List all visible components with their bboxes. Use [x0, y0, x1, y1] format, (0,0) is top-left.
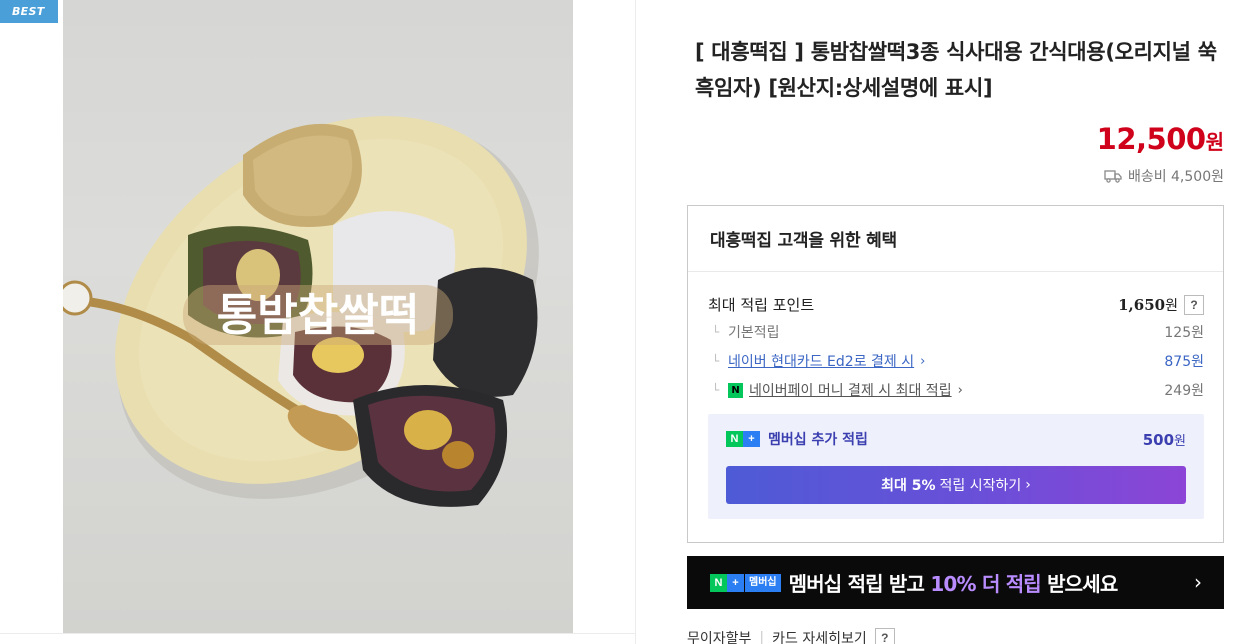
- membership-start-button[interactable]: 최대 5% 적립 시작하기 ›: [726, 466, 1186, 504]
- photo-overlay-text: 통밤찹쌀떡: [217, 290, 419, 341]
- max-points-unit: 원: [1165, 297, 1178, 314]
- naver-plus-membership-icon: N + 멤버십: [710, 573, 781, 592]
- rice-cake-plate-illustration: 통밤찹쌀떡: [63, 116, 539, 507]
- product-price: 12,500원: [1097, 122, 1224, 156]
- price-value: 12,500: [1096, 122, 1206, 156]
- card-links: 무이자할부 | 카드 자세히보기 ?: [687, 628, 895, 644]
- points-row-card[interactable]: └ 네이버 현대카드 Ed2로 결제 시 › 875원: [712, 351, 1204, 371]
- points-row-value: 125원: [1164, 325, 1204, 341]
- shipping-text: 배송비 4,500원: [1127, 169, 1224, 185]
- product-page: BEST 통밤찹쌀떡 [대흥떡집] 통밤찹쌀떡3종 식사대용 간식대용(오리…: [0, 0, 1258, 644]
- truck-icon: [1104, 170, 1122, 183]
- points-row-label: 기본적립: [728, 325, 780, 341]
- tree-line-icon: └: [712, 383, 720, 397]
- membership-banner[interactable]: N + 멤버십 멤버십 적립 받고 10% 더 적립 받으세요 ›: [687, 556, 1224, 609]
- interest-free-link[interactable]: 무이자할부: [687, 628, 751, 644]
- product-photo[interactable]: 통밤찹쌀떡: [63, 0, 573, 634]
- membership-value: 500: [1142, 430, 1175, 449]
- banner-badge: 멤버십: [745, 573, 781, 592]
- question-icon[interactable]: ?: [1184, 294, 1204, 315]
- banner-text-a: 멤버십 적립 받고: [788, 572, 931, 596]
- start-button-bold: 최대 5%: [881, 478, 936, 494]
- best-badge: BEST: [0, 0, 58, 23]
- points-row-value: 249원: [1164, 383, 1204, 399]
- divider: [0, 633, 636, 634]
- chevron-right-icon: ›: [920, 353, 926, 369]
- points-row-basic: └ 기본적립 125원: [712, 322, 1204, 342]
- chevron-right-icon: ›: [957, 382, 963, 398]
- start-button-label: 적립 시작하기: [939, 478, 1022, 494]
- shipping-fee: 배송비 4,500원: [1104, 166, 1224, 186]
- question-icon[interactable]: ?: [874, 628, 895, 644]
- card-details-link[interactable]: 카드 자세히보기: [772, 628, 867, 644]
- membership-unit: 원: [1174, 433, 1186, 449]
- chevron-right-icon: ›: [1025, 477, 1031, 493]
- max-points-value: 1,650: [1118, 295, 1166, 314]
- naver-plus-icon: N +: [726, 431, 760, 447]
- max-points-label: 최대 적립 포인트: [708, 296, 815, 314]
- card-payment-link[interactable]: 네이버 현대카드 Ed2로 결제 시: [728, 351, 914, 371]
- product-gallery: BEST 통밤찹쌀떡: [0, 0, 636, 644]
- separator: |: [759, 630, 765, 644]
- max-points-value-wrap: 1,650원 ?: [1118, 294, 1204, 315]
- banner-text-b: 받으세요: [1040, 572, 1118, 596]
- banner-text-highlight: 10% 더 적립: [930, 572, 1041, 596]
- benefit-box: 대흥떡집 고객을 위한 혜택 최대 적립 포인트 1,650원 ? └ 기본적립 …: [687, 205, 1224, 543]
- points-row-value: 875원: [1164, 354, 1204, 370]
- npay-icon: N: [728, 382, 743, 398]
- membership-row: N + 멤버십 추가 적립 500원: [726, 429, 1186, 449]
- banner-text: 멤버십 적립 받고 10% 더 적립 받으세요: [788, 568, 1119, 597]
- chevron-right-icon: ›: [1194, 570, 1202, 594]
- membership-label: 멤버십 추가 적립: [768, 432, 868, 448]
- product-title: [ 대흥떡집 ] 통밤찹쌀떡3종 식사대용 간식대용(오리지널 쑥 흑임자) […: [695, 40, 1217, 100]
- benefit-title: 대흥떡집 고객을 위한 혜택: [688, 206, 1223, 272]
- npay-money-link[interactable]: 네이버페이 머니 결제 시 최대 적립: [749, 380, 952, 400]
- max-points-row: 최대 적립 포인트 1,650원 ?: [708, 294, 1204, 315]
- tree-line-icon: └: [712, 354, 720, 368]
- product-info: [ 대흥떡집 ] 통밤찹쌀떡3종 식사대용 간식대용(오리지널 쑥 흑임자) […: [687, 0, 1224, 644]
- membership-box: N + 멤버십 추가 적립 500원 최대 5% 적립 시작하기 ›: [708, 414, 1204, 519]
- price-unit: 원: [1205, 130, 1224, 154]
- tree-line-icon: └: [712, 325, 720, 339]
- points-row-npay[interactable]: └ N 네이버페이 머니 결제 시 최대 적립 › 249원: [712, 380, 1204, 400]
